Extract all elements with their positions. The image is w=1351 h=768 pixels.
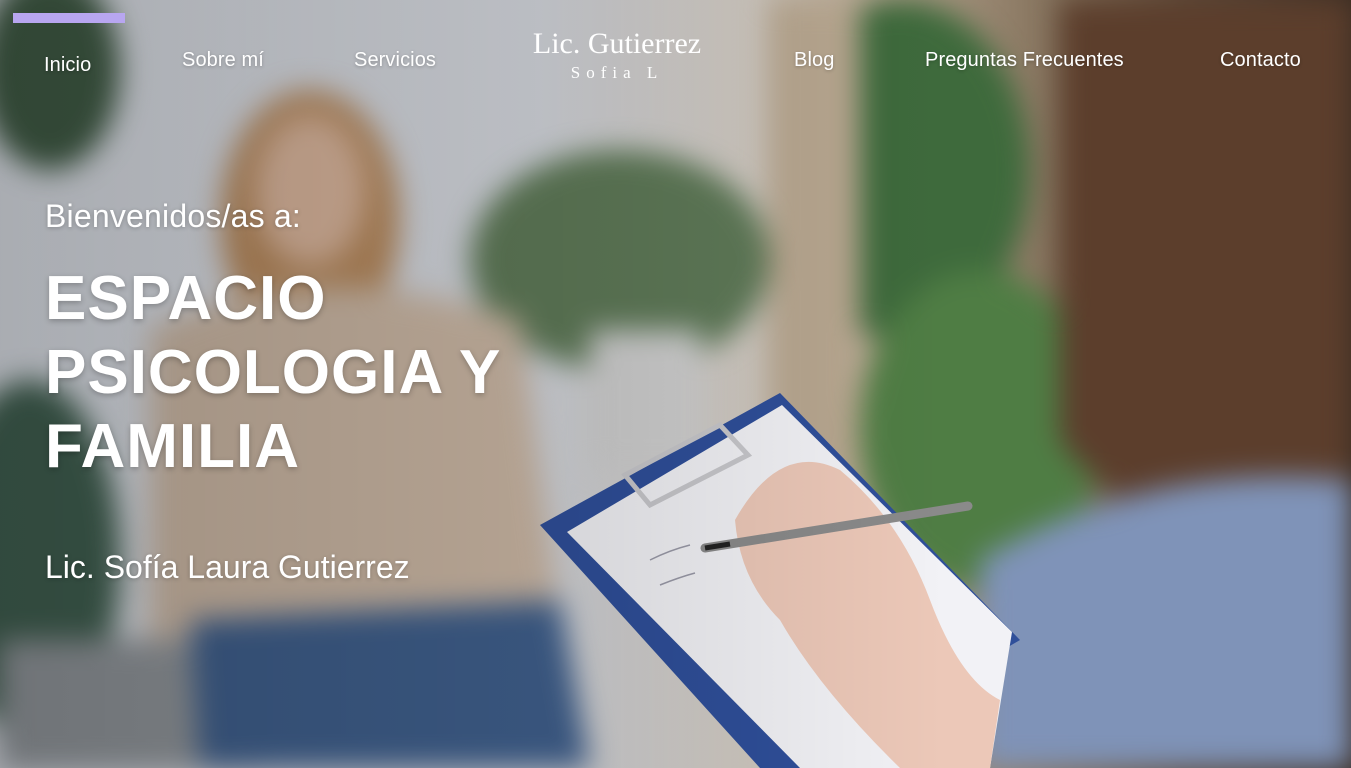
nav-inicio[interactable]: Inicio (44, 54, 91, 77)
nav-contacto[interactable]: Contacto (1220, 49, 1301, 72)
hero-headline: ESPACIO PSICOLOGIA Y FAMILIA (45, 262, 565, 484)
hero-professional-name: Lic. Sofía Laura Gutierrez (45, 549, 410, 585)
nav-preguntas-frecuentes[interactable]: Preguntas Frecuentes (925, 49, 1124, 72)
headline-line-2: PSICOLOGIA Y (45, 338, 502, 407)
nav-blog[interactable]: Blog (794, 49, 834, 72)
nav-sobre-mi[interactable]: Sobre mí (182, 49, 264, 72)
logo-subtitle: Sofia L (570, 63, 664, 82)
active-nav-indicator (13, 13, 125, 23)
logo-title: Lic. Gutierrez (532, 27, 702, 60)
main-navigation: Inicio Sobre mí Servicios Lic. Gutierrez… (0, 0, 1351, 100)
hero-welcome-text: Bienvenidos/as a: (45, 198, 302, 234)
headline-line-3: FAMILIA (45, 412, 300, 481)
headline-line-1: ESPACIO (45, 264, 327, 333)
nav-servicios[interactable]: Servicios (354, 49, 436, 72)
site-logo[interactable]: Lic. Gutierrez Sofia L (510, 27, 724, 83)
